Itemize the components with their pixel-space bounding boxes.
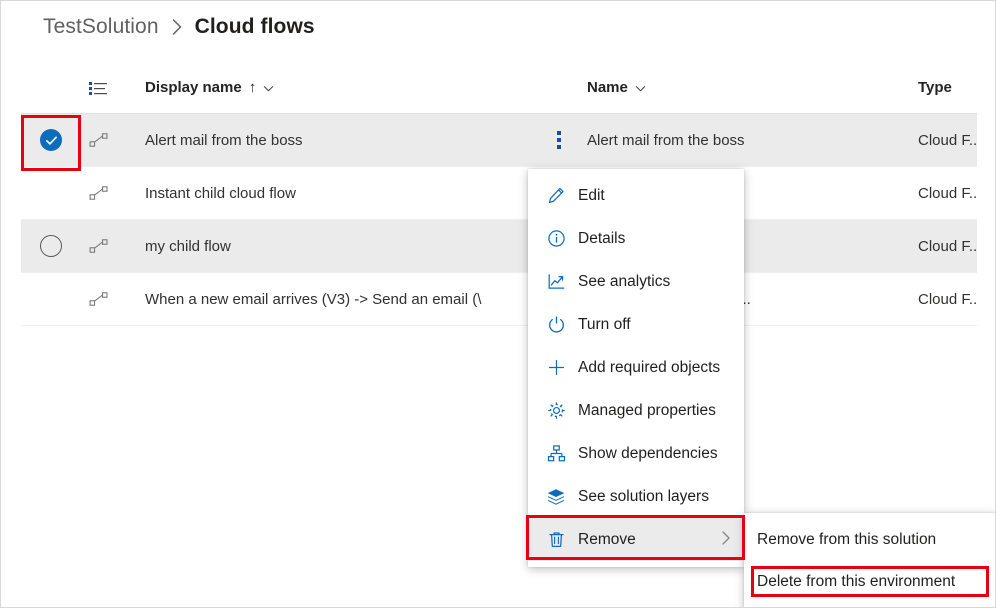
chevron-down-icon[interactable] <box>635 81 646 92</box>
row-type: Cloud F... <box>918 114 978 166</box>
row-display-name[interactable]: Instant child cloud flow <box>145 167 545 219</box>
row-select-checkbox[interactable] <box>21 167 81 219</box>
gear-icon <box>545 400 567 422</box>
menu-item-see-solution-layers[interactable]: See solution layers <box>528 475 744 518</box>
menu-item-see-analytics-label: See analytics <box>578 273 670 291</box>
breadcrumb-current-page: Cloud flows <box>195 15 315 39</box>
list-view-icon[interactable] <box>89 81 107 97</box>
submenu-item-remove-from-solution[interactable]: Remove from this solution <box>744 519 996 561</box>
menu-item-turn-off[interactable]: Turn off <box>528 303 744 346</box>
menu-item-remove-label: Remove <box>578 531 636 549</box>
menu-item-see-analytics[interactable]: See analytics <box>528 260 744 303</box>
menu-item-show-dependencies[interactable]: Show dependencies <box>528 432 744 475</box>
checkbox-unchecked-icon[interactable] <box>40 235 62 257</box>
plus-icon <box>545 357 567 379</box>
column-header-type[interactable]: Type <box>918 79 952 96</box>
menu-item-add-required-objects-label: Add required objects <box>578 359 720 377</box>
cloud-flow-icon <box>89 273 119 325</box>
row-select-checkbox[interactable] <box>21 114 81 166</box>
pencil-icon <box>545 185 567 207</box>
breadcrumb-root-link[interactable]: TestSolution <box>43 15 159 39</box>
breadcrumb: TestSolution Cloud flows <box>43 11 315 43</box>
menu-item-managed-properties[interactable]: Managed properties <box>528 389 744 432</box>
submenu-item-delete-from-environment[interactable]: Delete from this environment <box>744 561 996 603</box>
row-display-name[interactable]: my child flow <box>145 220 545 272</box>
table-header-row: Display name ↑ Name Type <box>21 69 977 114</box>
submenu-item-remove-from-solution-label: Remove from this solution <box>757 531 936 549</box>
menu-item-add-required-objects[interactable]: Add required objects <box>528 346 744 389</box>
remove-submenu: Remove from this solution Delete from th… <box>744 513 996 608</box>
row-type: Cloud F... <box>918 220 978 272</box>
cloud-flow-icon <box>89 114 119 166</box>
column-header-display-name-label: Display name <box>145 79 242 96</box>
trash-icon <box>545 529 567 551</box>
table-row[interactable]: my child flow Cloud F... <box>21 220 977 273</box>
checkbox-checked-icon[interactable] <box>40 129 62 151</box>
menu-item-details-label: Details <box>578 230 625 248</box>
vertical-ellipsis-icon[interactable] <box>557 131 561 149</box>
table-row[interactable]: Alert mail from the boss Alert mail from… <box>21 114 977 167</box>
cloud-flows-table: Display name ↑ Name Type <box>21 69 977 326</box>
cloud-flow-icon <box>89 220 119 272</box>
menu-item-see-solution-layers-label: See solution layers <box>578 488 709 506</box>
submenu-chevron-right-icon <box>721 530 731 550</box>
row-select-checkbox[interactable] <box>21 220 81 272</box>
breadcrumb-separator-icon <box>171 18 183 36</box>
menu-item-edit[interactable]: Edit <box>528 174 744 217</box>
menu-item-edit-label: Edit <box>578 187 605 205</box>
row-select-checkbox[interactable] <box>21 273 81 325</box>
row-context-menu: Edit Details See analytics <box>528 169 744 567</box>
info-circle-icon <box>545 228 567 250</box>
row-type: Cloud F... <box>918 167 978 219</box>
submenu-item-delete-from-environment-label: Delete from this environment <box>757 573 955 591</box>
row-name: Alert mail from the boss <box>587 114 907 166</box>
row-type: Cloud F... <box>918 273 978 325</box>
menu-item-remove[interactable]: Remove <box>528 518 744 561</box>
menu-item-turn-off-label: Turn off <box>578 316 631 334</box>
table-row[interactable]: Instant child cloud flow Cloud F... <box>21 167 977 220</box>
row-display-name[interactable]: When a new email arrives (V3) -> Send an… <box>145 273 545 325</box>
table-row[interactable]: When a new email arrives (V3) -> Send an… <box>21 273 977 326</box>
cloud-flow-icon <box>89 167 119 219</box>
column-header-type-label: Type <box>918 79 952 96</box>
row-more-options-icon[interactable] <box>539 114 579 166</box>
column-header-display-name[interactable]: Display name ↑ <box>145 79 274 96</box>
column-header-name-label: Name <box>587 79 628 96</box>
menu-item-managed-properties-label: Managed properties <box>578 402 716 420</box>
column-header-name[interactable]: Name <box>587 79 646 96</box>
sort-ascending-icon: ↑ <box>249 80 257 95</box>
menu-item-details[interactable]: Details <box>528 217 744 260</box>
cloud-flows-screen: TestSolution Cloud flows Di <box>0 0 996 608</box>
row-display-name[interactable]: Alert mail from the boss <box>145 114 545 166</box>
power-icon <box>545 314 567 336</box>
menu-item-show-dependencies-label: Show dependencies <box>578 445 718 463</box>
hierarchy-icon <box>545 443 567 465</box>
line-chart-icon <box>545 271 567 293</box>
chevron-down-icon[interactable] <box>263 81 274 92</box>
layers-icon <box>545 486 567 508</box>
